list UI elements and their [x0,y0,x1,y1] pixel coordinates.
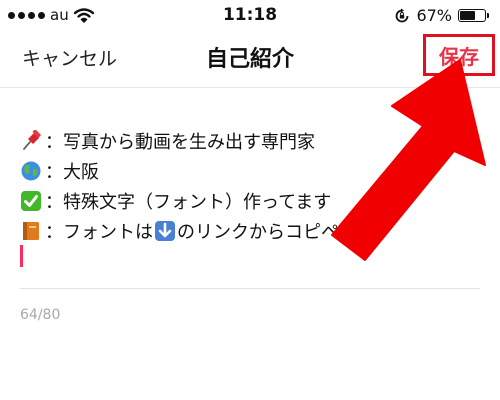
pushpin-icon [20,130,42,152]
orientation-lock-icon [396,8,409,22]
check-mark-icon [20,190,42,212]
red-arrow-icon [331,59,486,261]
character-counter: 64/80 [20,307,61,323]
bio-line-text: ：特殊文字（フォント）作ってます [45,192,332,213]
bio-line-text: ：大阪 [45,162,99,183]
bio-line-text: ：写真から動画を生み出す専門家 [45,132,315,153]
battery-icon [458,9,489,22]
content-divider [20,288,480,289]
book-icon [20,220,42,242]
down-arrow-icon [154,220,176,242]
status-bar: au 11:18 67% [0,0,500,30]
globe-icon [20,160,42,182]
status-right: 67% [394,6,489,25]
battery-percent: 67% [416,6,452,25]
text-cursor [20,245,23,267]
bio-line-text: ：フォントは [45,222,153,243]
